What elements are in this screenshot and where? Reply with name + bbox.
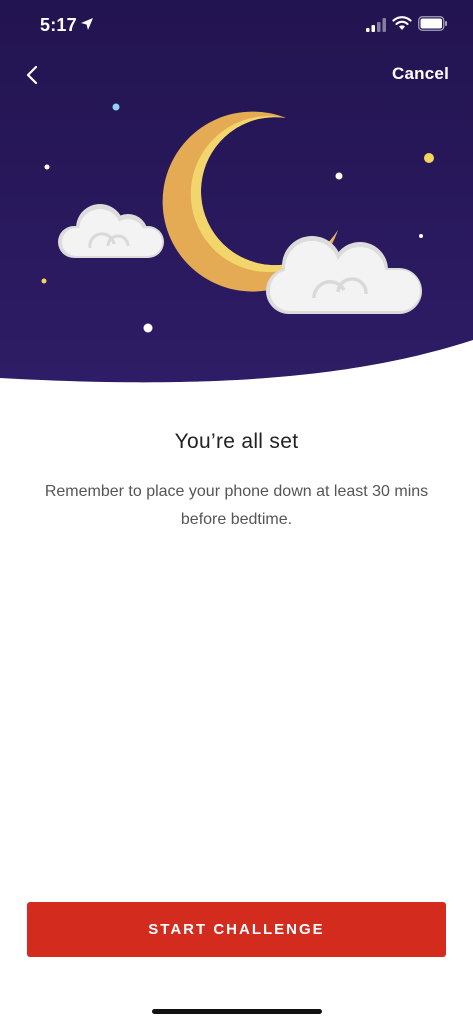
star-icon xyxy=(424,153,434,163)
status-bar: 5:17 xyxy=(0,0,473,50)
status-time: 5:17 xyxy=(40,15,77,35)
reminder-message: Remember to place your phone down at lea… xyxy=(44,483,429,528)
star-icon xyxy=(419,234,423,238)
chevron-left-icon xyxy=(26,65,38,85)
start-challenge-button[interactable]: START CHALLENGE xyxy=(27,902,446,957)
location-arrow-icon xyxy=(81,18,93,30)
home-indicator[interactable] xyxy=(152,1009,322,1014)
cancel-button[interactable]: Cancel xyxy=(392,64,449,84)
star-icon xyxy=(41,278,47,284)
star-icon xyxy=(335,172,343,180)
screen: 5:17 Cancel You’re all set Remember to p… xyxy=(0,0,473,1024)
hero-illustration xyxy=(0,0,473,400)
star-icon xyxy=(44,164,50,170)
page-title: You’re all set xyxy=(174,430,299,453)
sky-background xyxy=(0,0,473,383)
back-button[interactable] xyxy=(20,60,48,90)
star-icon xyxy=(112,103,120,111)
cellular-signal-icon xyxy=(366,18,386,32)
night-sky-illustration xyxy=(0,0,473,383)
battery-icon xyxy=(418,16,447,31)
star-icon xyxy=(143,323,153,333)
wifi-icon xyxy=(392,16,412,30)
